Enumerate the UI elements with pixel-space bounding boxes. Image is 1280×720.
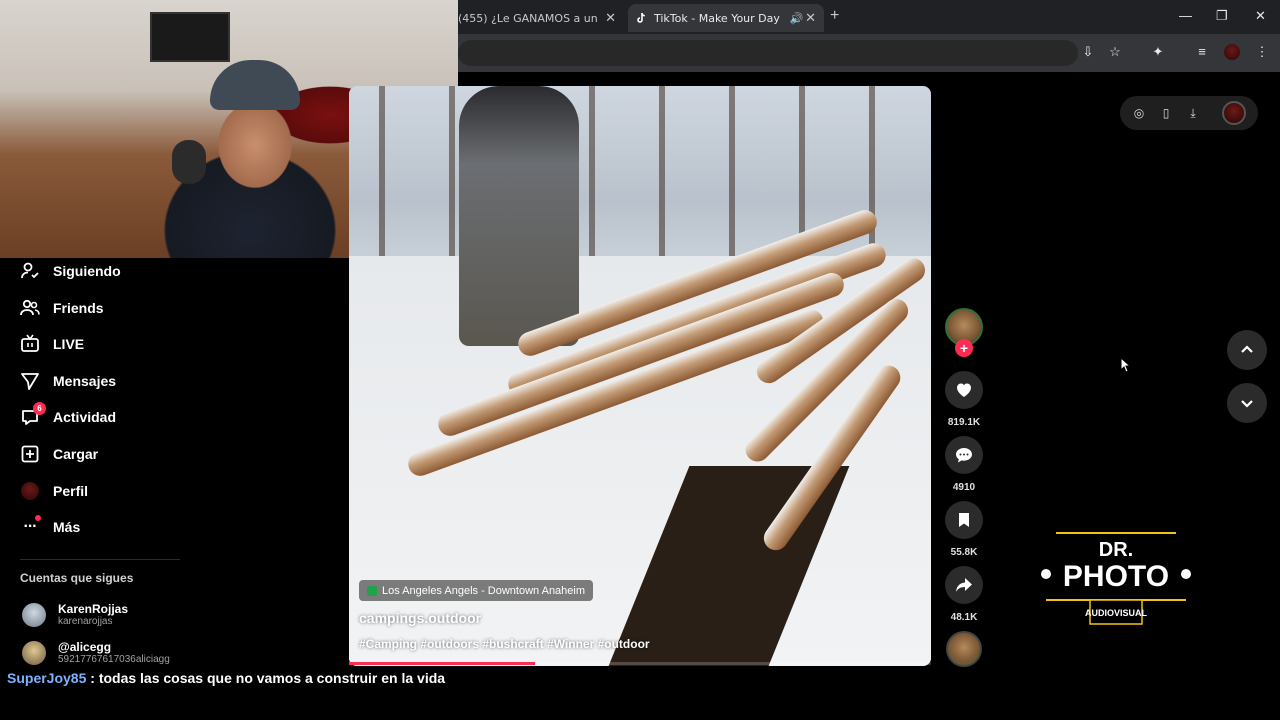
activity-badge: 6 (33, 402, 46, 415)
heart-icon (957, 383, 971, 397)
upload-icon (20, 444, 40, 464)
tab-tiktok[interactable]: TikTok - Make Your Day 🔊 ✕ (628, 4, 824, 32)
sidebar-item-messages[interactable]: Mensajes (20, 369, 116, 393)
logo-line1: DR. (1099, 539, 1133, 561)
sidebar-item-label: Perfil (53, 483, 89, 499)
save-count: 55.8K (950, 547, 978, 558)
activity-icon: 6 (20, 402, 46, 427)
save-button[interactable] (945, 501, 983, 539)
sidebar-divider (20, 559, 180, 560)
close-tab-icon[interactable]: ✕ (605, 11, 616, 26)
account-name: KarenRojjas (58, 602, 129, 616)
more-icon: ··· (20, 515, 41, 537)
tiktok-favicon-icon (636, 12, 648, 24)
webcam-cap (210, 60, 300, 110)
location-tag[interactable]: Los Angeles Angels - Downtown Anaheim (359, 580, 594, 601)
user-avatar[interactable] (1222, 101, 1246, 125)
live-icon (20, 334, 40, 354)
sidebar-item-activity[interactable]: 6 Actividad (20, 402, 117, 429)
sidebar-item-label: Actividad (53, 409, 117, 425)
notification-dot (35, 515, 41, 521)
new-tab-icon[interactable]: + (830, 7, 839, 25)
following-section-title: Cuentas que sigues (20, 571, 134, 585)
menu-icon[interactable]: ⋮ (1254, 44, 1270, 60)
close-window-icon[interactable]: ✕ (1255, 8, 1266, 24)
messages-icon (20, 371, 40, 391)
extensions-icon[interactable]: ✦ (1150, 44, 1166, 60)
chevron-down-icon (1241, 400, 1253, 408)
share-count: 48.1K (950, 612, 978, 623)
webcam-microphone (172, 140, 206, 184)
download-icon[interactable]: ⤓ (1185, 105, 1201, 121)
mouse-cursor-icon (1120, 357, 1132, 373)
logo-line2: PHOTO (1063, 560, 1169, 593)
comment-button[interactable] (945, 436, 983, 474)
restore-icon[interactable]: ❐ (1216, 8, 1228, 24)
tab-title: TikTok - Make Your Day (654, 11, 780, 25)
friends-icon (20, 298, 40, 318)
sidebar-item-label: Friends (53, 300, 104, 316)
followed-account[interactable]: KarenRojjas karenarojjas (22, 602, 128, 627)
share-button[interactable] (945, 566, 983, 604)
account-handle: karenarojjas (58, 616, 113, 627)
account-handle: 59217767617036aliciagg (58, 654, 170, 665)
sidebar-item-friends[interactable]: Friends (20, 296, 104, 320)
chat-message: SuperJoy85 : todas las cosas que no vamo… (7, 670, 445, 686)
dr-photo-logo: DR. PHOTO AUDIOVISUAL (1040, 530, 1192, 630)
share-icon (956, 578, 972, 592)
music-disc[interactable] (946, 631, 982, 667)
webcam-monitor (150, 12, 230, 62)
profile-avatar (20, 481, 40, 501)
minimize-icon[interactable]: — (1179, 8, 1192, 23)
comment-icon (956, 448, 972, 463)
star-icon[interactable]: ☆ (1107, 44, 1123, 60)
video-progress-bar[interactable] (349, 662, 931, 665)
sidebar-item-live[interactable]: LIVE (20, 332, 84, 356)
avatar (22, 640, 46, 665)
next-video-button[interactable] (1227, 383, 1267, 423)
sidebar-item-more[interactable]: ··· Más (20, 515, 80, 539)
follow-plus-icon[interactable]: + (955, 339, 973, 357)
like-button[interactable] (945, 371, 983, 409)
video-hashtags[interactable]: #Camping #outdoors #bushcraft #Winner #o… (359, 637, 650, 651)
avatar (22, 602, 46, 627)
video-person (459, 86, 579, 346)
sidebar-item-label: Siguiendo (53, 263, 121, 279)
compass-icon[interactable]: ◎ (1131, 105, 1147, 121)
video-player[interactable] (349, 86, 931, 666)
previous-video-button[interactable] (1227, 330, 1267, 370)
like-count: 819.1K (947, 417, 981, 428)
video-author[interactable]: campings.outdoor (359, 610, 481, 626)
comment-count: 4910 (952, 482, 976, 493)
speaker-icon[interactable]: 🔊 (790, 12, 804, 25)
sidebar-item-label: Cargar (53, 446, 99, 462)
chat-text: : todas las cosas que no vamos a constru… (90, 670, 446, 686)
followed-account[interactable]: @alicegg 59217767617036aliciagg (22, 640, 170, 665)
sidebar-item-following[interactable]: Siguiendo (20, 259, 121, 283)
logo-line3: AUDIOVISUAL (1085, 608, 1148, 618)
sidebar-item-label: LIVE (53, 336, 85, 352)
location-label: Los Angeles Angels - Downtown Anaheim (382, 584, 586, 597)
chat-username: SuperJoy85 (7, 670, 87, 686)
sidebar-item-upload[interactable]: Cargar (20, 442, 98, 466)
following-icon (20, 261, 40, 281)
video-progress-fill (349, 662, 536, 665)
phone-icon[interactable]: ▯ (1158, 105, 1174, 121)
sidebar-item-label: Mensajes (53, 373, 117, 389)
chevron-up-icon (1241, 345, 1253, 353)
close-tab-icon[interactable]: ✕ (805, 11, 816, 26)
sidebar-item-profile[interactable]: Perfil (20, 479, 88, 503)
bookmark-icon (959, 513, 969, 527)
address-bar[interactable] (458, 40, 1078, 66)
sidebar-item-label: Más (53, 519, 81, 535)
media-icon[interactable]: ≡ (1194, 44, 1210, 60)
profile-icon[interactable] (1224, 44, 1240, 60)
tab-youtube[interactable]: (455) ¿Le GANAMOS a un MILA ✕ (452, 4, 624, 32)
tab-title: (455) ¿Le GANAMOS a un MILA (458, 11, 598, 25)
install-icon[interactable]: ⇩ (1080, 44, 1096, 60)
location-pin-icon (367, 585, 377, 596)
account-name: @alicegg (58, 640, 112, 654)
